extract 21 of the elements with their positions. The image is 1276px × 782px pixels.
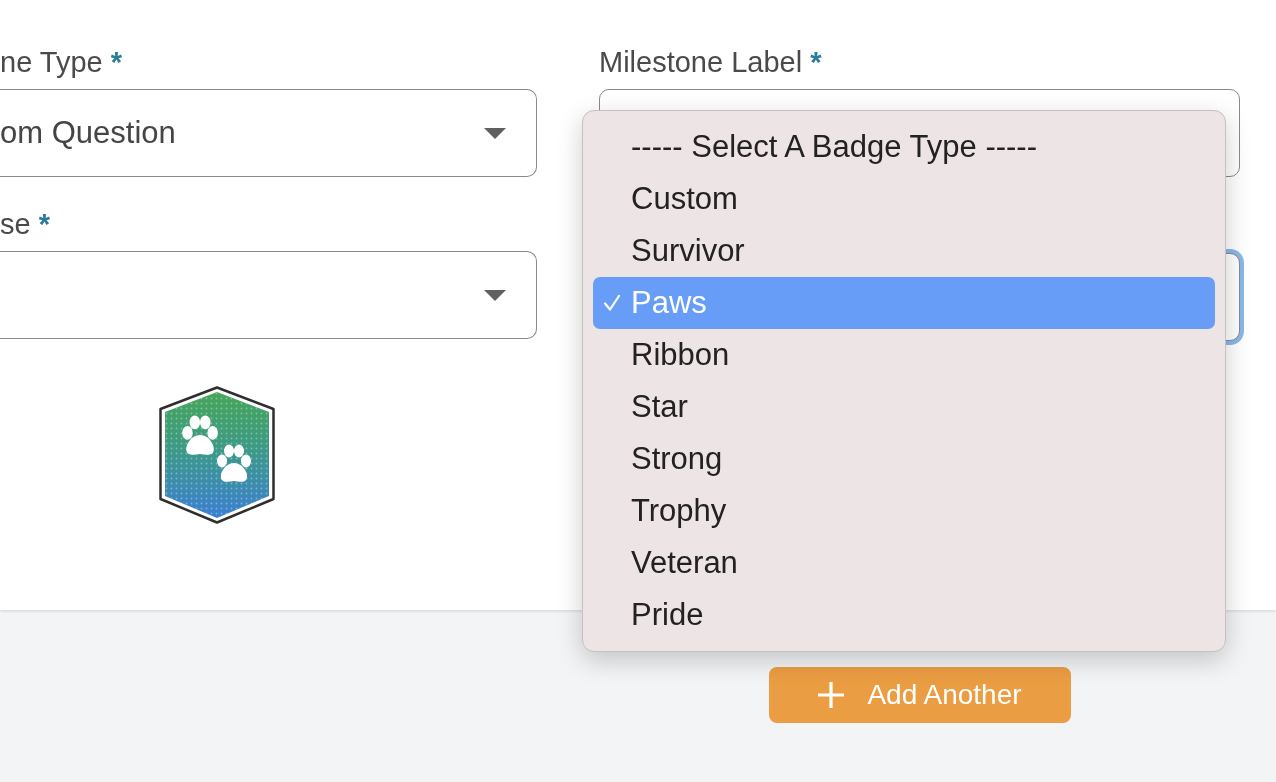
plus-icon <box>817 681 846 709</box>
select-field[interactable] <box>0 251 537 339</box>
dropdown-option[interactable]: Survivor <box>593 225 1215 277</box>
dropdown-option[interactable]: Veteran <box>593 537 1215 589</box>
check-icon <box>603 294 621 312</box>
dropdown-option[interactable]: ----- Select A Badge Type ----- <box>593 121 1215 173</box>
field-label: Milestone Label <box>599 45 803 79</box>
required-asterisk: * <box>38 207 50 241</box>
dropdown-option[interactable]: Pride <box>593 589 1215 641</box>
field-label: se <box>0 207 31 241</box>
dropdown-option[interactable]: Strong <box>593 433 1215 485</box>
caret-icon <box>484 289 506 301</box>
select-field[interactable]: om Question <box>0 89 537 177</box>
required-asterisk: * <box>810 45 822 79</box>
dropdown-option[interactable]: Trophy <box>593 485 1215 537</box>
dropdown-option[interactable]: Custom <box>593 173 1215 225</box>
required-asterisk: * <box>110 45 122 79</box>
dropdown-option[interactable]: Ribbon <box>593 329 1215 381</box>
caret-icon <box>484 127 506 139</box>
field-label: ne Type <box>0 45 103 79</box>
dropdown-option[interactable]: Star <box>593 381 1215 433</box>
